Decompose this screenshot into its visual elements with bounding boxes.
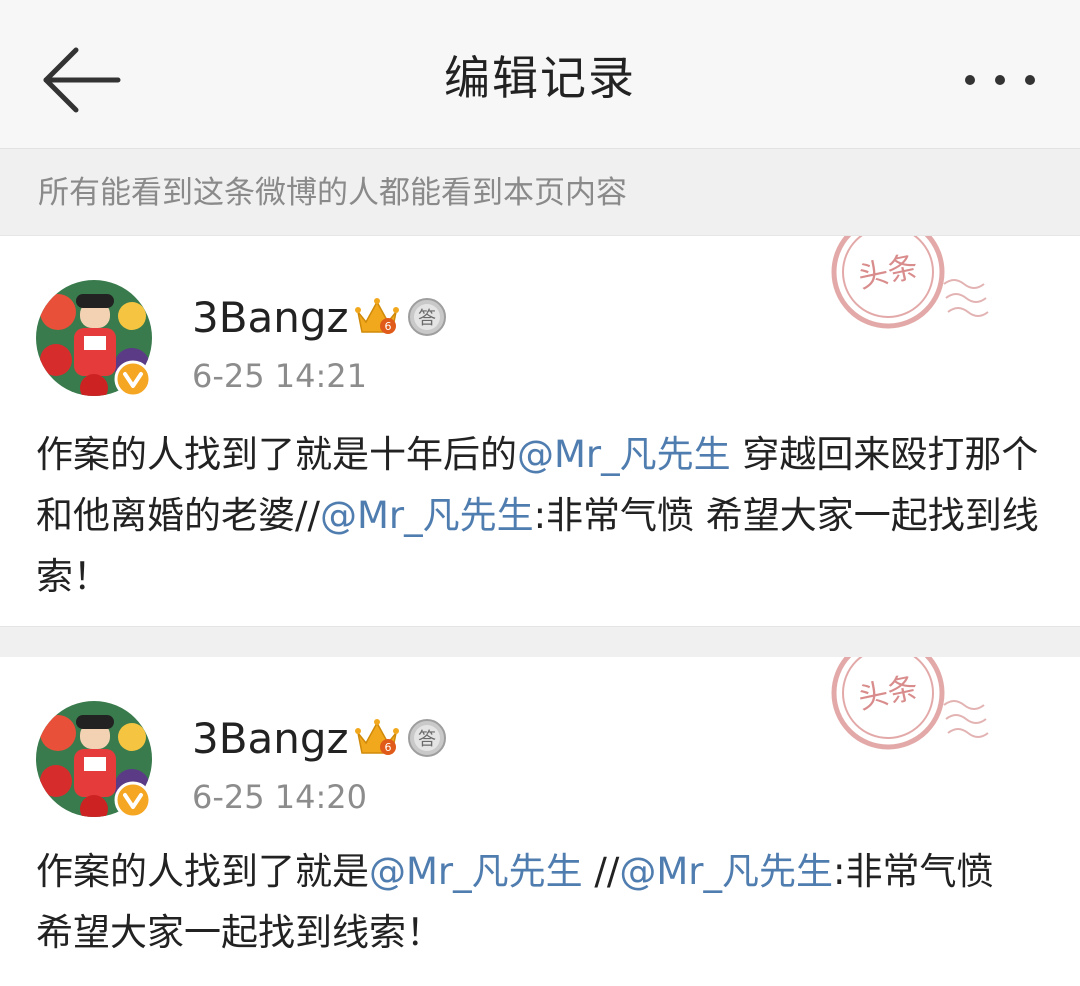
- verified-badge-icon: [114, 360, 152, 398]
- card-divider: [0, 626, 1080, 658]
- timestamp: 6-25 14:20: [192, 778, 368, 816]
- notice-text: 所有能看到这条微博的人都能看到本页内容: [38, 175, 627, 211]
- post-content: 作案的人找到了就是十年后的@Mr_凡先生 穿越回来殴打那个和他离婚的老婆//@M…: [36, 424, 1040, 607]
- nav-bar: 编辑记录: [0, 0, 1080, 149]
- more-button[interactable]: [960, 58, 1040, 102]
- post-text-segment: 作案的人找到了就是十年后的: [36, 433, 517, 476]
- crown-level-icon: 6: [355, 298, 399, 334]
- answer-badge-icon: 答: [408, 719, 446, 757]
- verified-badge-icon: [114, 781, 152, 819]
- page-title: 编辑记录: [444, 51, 636, 105]
- answer-badge-icon: 答: [408, 298, 446, 336]
- edit-record-card: 头条 3Bangz: [0, 657, 1080, 986]
- username[interactable]: 3Bangz: [192, 290, 349, 346]
- post-text-segment: 作案的人找到了就是: [36, 850, 369, 893]
- svg-text:6: 6: [385, 320, 392, 333]
- post-content: 作案的人找到了就是@Mr_凡先生 //@Mr_凡先生:非常气愤 希望大家一起找到…: [36, 841, 1040, 963]
- visibility-notice: 所有能看到这条微博的人都能看到本页内容: [0, 149, 1080, 236]
- username[interactable]: 3Bangz: [192, 711, 349, 767]
- edit-record-card: 头条 3Bangz: [0, 236, 1080, 626]
- more-dots-icon: [965, 75, 1035, 85]
- headline-stamp: 头条: [831, 657, 989, 750]
- mention-link[interactable]: @Mr_凡先生: [369, 850, 583, 893]
- stamp-text: 头条: [855, 670, 921, 717]
- stamp-text: 头条: [855, 249, 921, 296]
- mention-link[interactable]: @Mr_凡先生: [320, 494, 534, 537]
- mention-link[interactable]: @Mr_凡先生: [619, 850, 833, 893]
- avatar[interactable]: [36, 280, 152, 398]
- mention-link[interactable]: @Mr_凡先生: [517, 433, 731, 476]
- svg-text:6: 6: [385, 741, 392, 754]
- svg-text:答: 答: [418, 729, 436, 750]
- post-text-segment: //: [582, 850, 620, 893]
- avatar[interactable]: [36, 701, 152, 819]
- svg-text:答: 答: [418, 308, 436, 329]
- crown-level-icon: 6: [355, 719, 399, 755]
- headline-stamp: 头条: [831, 236, 989, 329]
- timestamp: 6-25 14:21: [192, 357, 368, 395]
